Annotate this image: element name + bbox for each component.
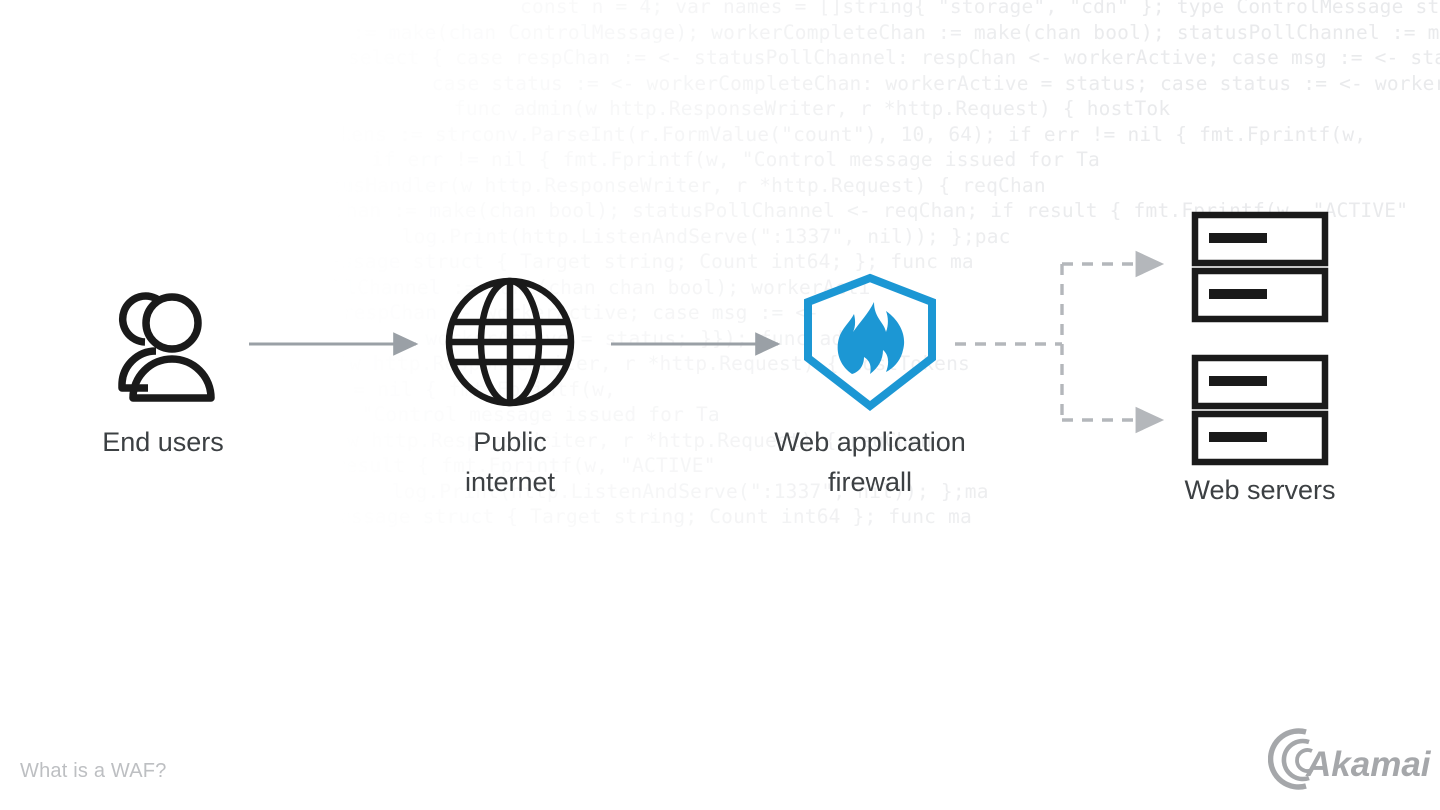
code-line: func statusHandler(w http.ResponseWriter…	[210, 173, 1046, 197]
server-unit	[1191, 267, 1329, 323]
code-line: const n = 4; var names = []string{ "stor…	[520, 0, 1440, 18]
server-stack-icon	[1125, 205, 1395, 470]
code-line: if err != nil { fmt.Fprintf(w, "Control …	[300, 148, 1100, 171]
shield-flame-icon	[735, 262, 1005, 422]
server-unit	[1191, 410, 1329, 466]
users-icon	[43, 262, 283, 422]
code-line: case status := <- workerCompleteChan: wo…	[431, 71, 1440, 95]
node-label-web-servers: Web servers	[1184, 475, 1336, 505]
node-public-internet: Public internet	[390, 262, 630, 502]
akamai-wordmark: Akamai	[1305, 745, 1432, 784]
svg-text:Akamai: Akamai	[1305, 745, 1432, 784]
code-line: func admin(w http.ResponseWriter, r *htt…	[430, 97, 1171, 120]
footer-caption: What is a WAF?	[20, 760, 167, 782]
node-label-public-internet: Public internet	[464, 427, 556, 497]
node-end-users: End users	[43, 262, 283, 462]
akamai-logo: Akamai	[1267, 726, 1432, 792]
globe-icon	[390, 262, 630, 422]
server-unit	[1191, 211, 1329, 267]
server-unit	[1191, 354, 1329, 410]
node-label-firewall: Web application firewall	[774, 427, 966, 497]
node-web-application-firewall: Web application firewall	[735, 262, 1005, 502]
node-web-servers: Web servers	[1125, 205, 1395, 510]
diagram-canvas: const n = 4; var names = []string{ "stor…	[0, 0, 1440, 810]
code-line: controlChannel := make(chan ControlMessa…	[173, 20, 1440, 44]
node-label-end-users: End users	[102, 427, 224, 457]
code-line: select { case respChan := <- statusPollC…	[347, 46, 1440, 69]
code-line: hostTokens := strconv.ParseInt(r.FormVal…	[220, 122, 1367, 146]
